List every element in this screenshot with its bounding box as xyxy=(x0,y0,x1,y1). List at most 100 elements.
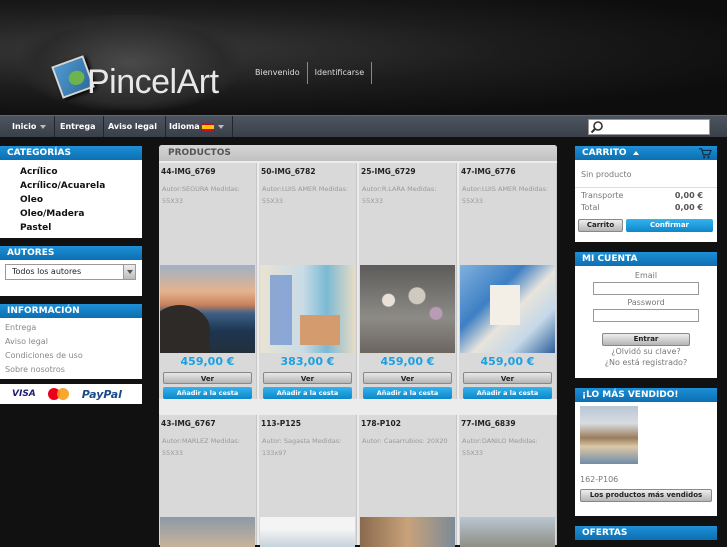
product-card: 113-P125 Autor: Sagasta Medidas: 133x97 xyxy=(259,415,357,547)
bestsellers-button[interactable]: Los productos más vendidos xyxy=(580,489,712,502)
forgot-password-link[interactable]: ¿Olvidó su clave? xyxy=(575,346,717,357)
cart-empty-text: Sin producto xyxy=(581,170,632,179)
bestsellers-title: ¡LO MÁS VENDIDO! xyxy=(575,388,717,402)
welcome-text: Bienvenido xyxy=(248,62,308,84)
nav-item-aviso-legal[interactable]: Aviso legal xyxy=(100,116,166,137)
add-to-cart-button[interactable]: Añadir a la cesta xyxy=(463,387,552,399)
mastercard-logo xyxy=(47,388,70,400)
offers-title: OFERTAS xyxy=(575,526,717,540)
product-image[interactable] xyxy=(460,265,555,353)
product-card: 47-IMG_6776 Autor:LUIS AMER Medidas: 55X… xyxy=(459,163,557,399)
chevron-up-icon[interactable] xyxy=(632,150,639,155)
bestseller-image[interactable] xyxy=(580,406,638,464)
product-price: 459,00 € xyxy=(380,355,435,368)
product-desc: Autor:LUIS AMER Medidas: 55X33 xyxy=(262,185,348,205)
chevron-down-icon[interactable] xyxy=(123,265,135,279)
category-item[interactable]: Pastel xyxy=(20,221,142,235)
info-link[interactable]: Entrega xyxy=(5,321,137,335)
info-title: INFORMACIÓN xyxy=(0,304,142,318)
view-button[interactable]: Ver xyxy=(363,372,452,384)
info-link[interactable]: Condiciones de uso xyxy=(5,349,137,363)
product-title[interactable]: 178-P102 xyxy=(359,415,456,435)
payment-logos: VISA PayPal xyxy=(0,384,142,404)
product-title[interactable]: 50-IMG_6782 xyxy=(259,163,356,183)
product-card: 44-IMG_6769 Autor:SEGURA Medidas: 55X33 … xyxy=(159,163,257,399)
product-image[interactable] xyxy=(260,265,355,353)
product-title[interactable]: 44-IMG_6769 xyxy=(159,163,256,183)
nav-label: Inicio xyxy=(12,122,37,131)
nav-item-entrega[interactable]: Entrega xyxy=(52,116,105,137)
category-item[interactable]: Oleo/Madera xyxy=(20,207,142,221)
product-desc: Autor: Sagasta Medidas: 133x97 xyxy=(262,437,342,457)
product-card: 77-IMG_6839 Autor:DANILO Medidas: 55X33 xyxy=(459,415,557,547)
product-title[interactable]: 77-IMG_6839 xyxy=(459,415,556,435)
product-image[interactable] xyxy=(360,265,455,353)
right-column: CARRITO Sin producto Transporte 0,00 € To… xyxy=(575,146,717,540)
logo[interactable]: PincelArt xyxy=(20,15,240,110)
paypal-logo: PayPal xyxy=(81,387,122,401)
authors-select[interactable]: Todos los autores xyxy=(5,264,136,280)
product-card: 25-IMG_6729 Autor:R.LARA Medidas: 55X33 … xyxy=(359,163,457,399)
password-field[interactable] xyxy=(593,309,699,322)
product-price: 383,00 € xyxy=(280,355,335,368)
view-button[interactable]: Ver xyxy=(263,372,352,384)
product-title[interactable]: 113-P125 xyxy=(259,415,356,435)
login-button[interactable]: Entrar xyxy=(602,333,690,346)
category-item[interactable]: Acrílico xyxy=(20,165,142,179)
nav-item-idioma[interactable]: Idioma xyxy=(161,116,233,137)
total-row: Total 0,00 € xyxy=(575,202,717,214)
product-title[interactable]: 25-IMG_6729 xyxy=(359,163,456,183)
cart-body: Sin producto Transporte 0,00 € Total 0,00 … xyxy=(575,160,717,242)
visa-logo: VISA xyxy=(12,389,36,399)
info-link[interactable]: Sobre nosotros xyxy=(5,363,137,377)
chevron-down-icon xyxy=(217,124,224,129)
shipping-value: 0,00 € xyxy=(674,191,703,200)
category-item[interactable]: Acrílico/Acuarela xyxy=(20,179,142,193)
product-desc: Autor:R.LARA Medidas: 55X33 xyxy=(362,185,437,205)
info-link[interactable]: Aviso legal xyxy=(5,335,137,349)
product-desc: Autor:DANILO Medidas: 55X33 xyxy=(462,437,538,457)
product-title[interactable]: 43-IMG_6767 xyxy=(159,415,256,435)
product-image[interactable] xyxy=(460,517,555,547)
search-box[interactable] xyxy=(588,119,710,135)
account-title: MI CUENTA xyxy=(575,252,717,266)
email-label: Email xyxy=(634,271,658,280)
category-item[interactable]: Oleo xyxy=(20,193,142,207)
cart-title[interactable]: CARRITO xyxy=(582,148,627,158)
confirm-button[interactable]: Confirmar xyxy=(626,219,713,232)
product-desc: Autor: Casarrubios: 20X20 xyxy=(362,437,448,445)
view-button[interactable]: Ver xyxy=(163,372,252,384)
view-button[interactable]: Ver xyxy=(463,372,552,384)
cart-button[interactable]: Carrito xyxy=(578,219,623,232)
register-link[interactable]: ¿No está registrado? xyxy=(575,357,717,368)
product-image[interactable] xyxy=(160,517,255,547)
email-field[interactable] xyxy=(593,282,699,295)
product-image[interactable] xyxy=(360,517,455,547)
total-label: Total xyxy=(581,203,600,212)
product-desc: Autor:LUIS AMER Medidas: 55X33 xyxy=(462,185,548,205)
chevron-down-icon xyxy=(40,124,47,129)
nav-item-inicio[interactable]: Inicio xyxy=(4,116,56,137)
left-column: CATEGORÍAS Acrílico Acrílico/Acuarela Ol… xyxy=(0,146,142,404)
cart-header: CARRITO xyxy=(575,146,717,160)
spain-flag-icon xyxy=(201,122,214,131)
product-title[interactable]: 47-IMG_6776 xyxy=(459,163,556,183)
products-panel: PRODUCTOS 44-IMG_6769 Autor:SEGURA Medid… xyxy=(159,145,557,547)
cart-icon[interactable] xyxy=(697,147,713,159)
logo-text: PincelArt xyxy=(87,63,219,101)
password-label: Password xyxy=(627,298,665,307)
product-image[interactable] xyxy=(160,265,255,353)
nav-label: Entrega xyxy=(60,122,96,131)
bestseller-name[interactable]: 162-P106 xyxy=(580,474,712,486)
login-link[interactable]: Identificarse xyxy=(308,62,373,84)
add-to-cart-button[interactable]: Añadir a la cesta xyxy=(163,387,252,399)
categories-title: CATEGORÍAS xyxy=(0,146,142,160)
product-image[interactable] xyxy=(260,517,355,547)
header: PincelArt Bienvenido Identificarse xyxy=(0,0,727,114)
shipping-row: Transporte 0,00 € xyxy=(575,190,717,202)
search-icon[interactable] xyxy=(590,120,604,134)
product-card: 43-IMG_6767 Autor:MARLEZ Medidas: 55X33 xyxy=(159,415,257,547)
product-price: 459,00 € xyxy=(180,355,235,368)
add-to-cart-button[interactable]: Añadir a la cesta xyxy=(263,387,352,399)
add-to-cart-button[interactable]: Añadir a la cesta xyxy=(363,387,452,399)
